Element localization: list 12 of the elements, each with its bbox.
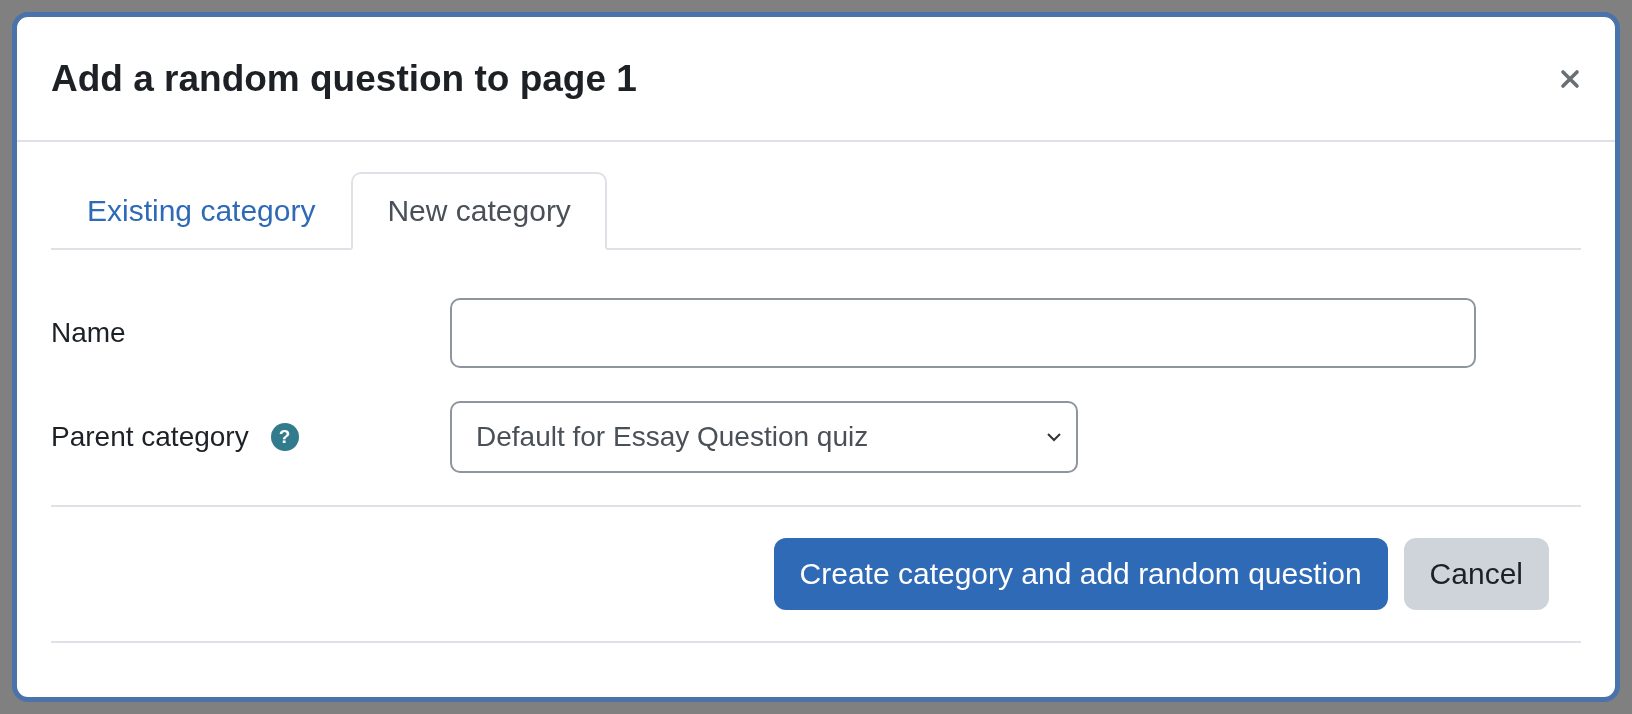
name-field[interactable]: [450, 298, 1476, 368]
field-label: Parent category: [51, 421, 249, 453]
chevron-down-icon: [1046, 432, 1062, 442]
cancel-button[interactable]: Cancel: [1403, 538, 1549, 610]
dialog-title: Add a random question to page 1: [51, 57, 637, 100]
help-icon[interactable]: ?: [270, 423, 299, 451]
close-icon: [1559, 67, 1581, 90]
parent-category-select[interactable]: Default for Essay Question quiz: [450, 401, 1078, 473]
tab[interactable]: Existing category: [51, 172, 352, 250]
field-label: Name: [51, 317, 126, 349]
submit-button[interactable]: Create category and add random question: [773, 538, 1388, 610]
tab[interactable]: New category: [351, 172, 607, 250]
